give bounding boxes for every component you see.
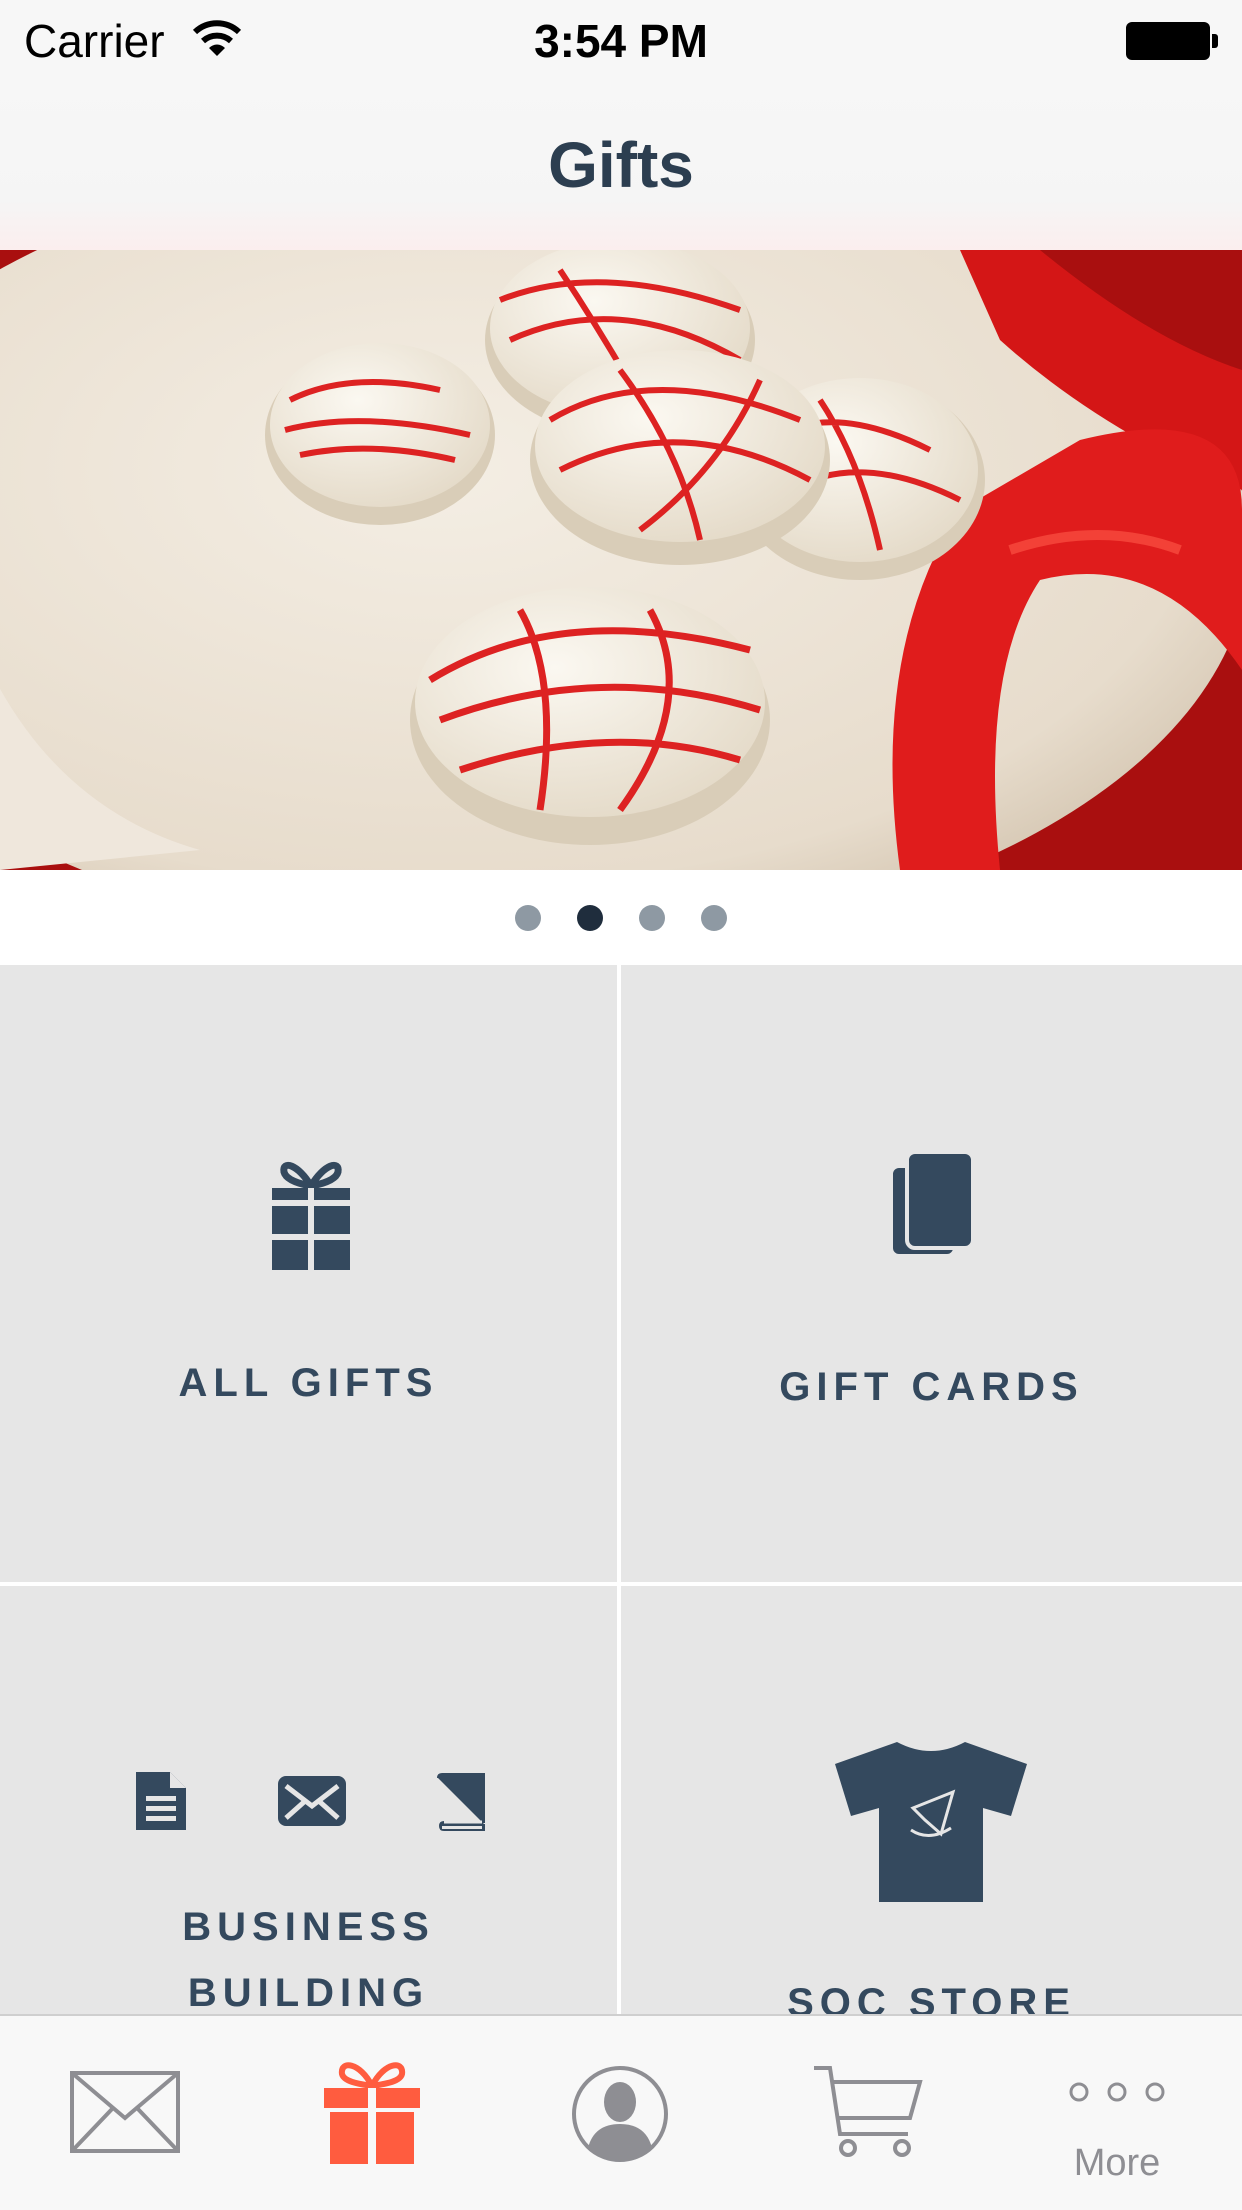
carousel-dot[interactable] [577, 905, 603, 931]
all-gifts-tile[interactable]: ALL GIFTS [0, 965, 617, 1582]
carousel-dot[interactable] [701, 905, 727, 931]
more-icon [1069, 2082, 1165, 2102]
battery-icon [1126, 22, 1218, 60]
envelope-icon [70, 2071, 180, 2153]
carousel-dot[interactable] [639, 905, 665, 931]
carousel-page-indicator[interactable] [0, 905, 1242, 935]
tab-messages[interactable] [0, 2016, 248, 2210]
tab-gifts[interactable] [248, 2016, 496, 2210]
status-bar: Carrier 3:54 PM [0, 0, 1242, 84]
soc-store-tile[interactable]: SOC STORE [621, 1586, 1242, 2016]
book-icon [437, 1773, 485, 1831]
profile-icon [572, 2066, 668, 2162]
navigation-bar: Gifts [0, 84, 1242, 251]
gift-icon [324, 2062, 420, 2164]
tab-more-label: More [1073, 2142, 1161, 2184]
gift-icon [272, 1161, 350, 1270]
gift-cards-label: GIFT CARDS [779, 1365, 1084, 1409]
soc-store-label: SOC STORE [787, 1981, 1076, 2016]
business-building-label: BUSINESS BUILDING [0, 1894, 617, 2016]
business-building-tile[interactable]: BUSINESS BUILDING [0, 1586, 617, 2016]
tshirt-icon [835, 1742, 1027, 1902]
envelope-icon [278, 1776, 346, 1826]
tab-more[interactable]: More [992, 2016, 1242, 2210]
business-label-line-1: BUSINESS [182, 1905, 435, 1949]
status-time: 3:54 PM [534, 15, 708, 67]
carousel-dot[interactable] [515, 905, 541, 931]
tab-profile[interactable] [496, 2016, 744, 2210]
gift-cards-tile[interactable]: GIFT CARDS [621, 965, 1242, 1582]
hero-image[interactable] [0, 250, 1242, 870]
business-label-line-2: BUILDING [187, 1971, 430, 2015]
gift-cards-icon [889, 1150, 975, 1258]
hero-photo [0, 250, 1242, 870]
tab-cart[interactable] [744, 2016, 992, 2210]
page-title: Gifts [548, 129, 694, 201]
tab-bar: More [0, 2014, 1242, 2210]
all-gifts-label: ALL GIFTS [178, 1361, 439, 1405]
cart-icon [814, 2066, 923, 2157]
document-icon [136, 1772, 186, 1830]
